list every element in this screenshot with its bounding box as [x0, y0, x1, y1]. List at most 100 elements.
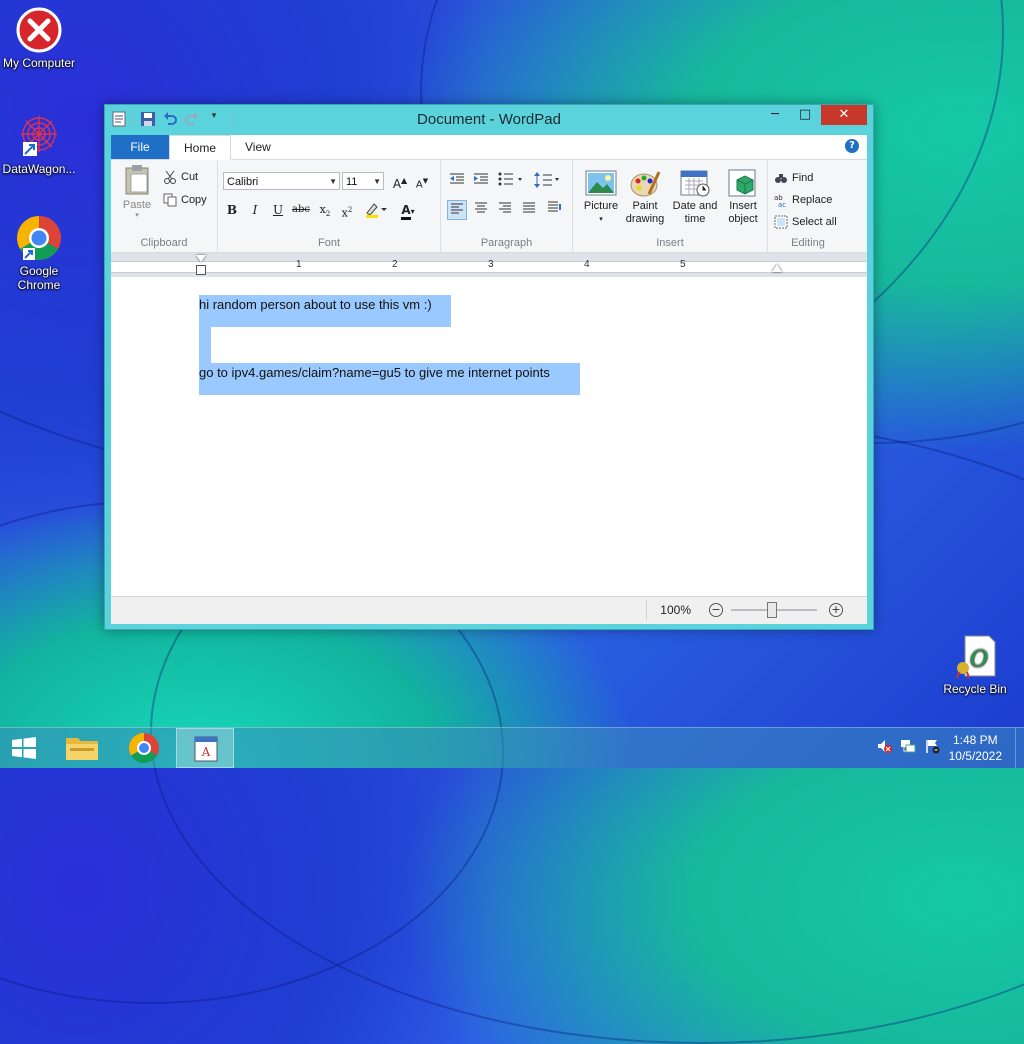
left-indent-marker[interactable]	[196, 265, 206, 275]
paragraph-button[interactable]	[545, 200, 565, 220]
group-label-paragraph: Paragraph	[480, 237, 533, 249]
align-right-icon	[499, 202, 511, 213]
ruler-number: 4	[584, 259, 590, 270]
datawagon-icon	[15, 112, 63, 160]
ribbon-tabs: File Home View ?	[111, 135, 867, 160]
justify-button[interactable]	[519, 200, 539, 220]
first-line-indent-marker[interactable]	[196, 255, 206, 262]
line-spacing-button[interactable]	[533, 172, 563, 192]
zoom-out-button[interactable]: −	[709, 603, 723, 617]
document-line	[199, 327, 211, 367]
taskbar-wordpad[interactable]: A	[176, 728, 234, 768]
cut-label: Cut	[181, 171, 199, 183]
underline-button[interactable]: U	[268, 200, 288, 220]
picture-button[interactable]: Picture ▾	[577, 166, 625, 226]
replace-button[interactable]: ab ac Replace	[774, 193, 832, 209]
folder-icon	[66, 738, 98, 760]
paint-palette-icon	[629, 168, 661, 198]
desktop-icon-label: Recycle Bin	[943, 682, 1007, 696]
ribbon: Paste ▾ Cut Copy Clipboard Calibri ▼ 11 ▼ …	[111, 160, 867, 253]
wordpad-window[interactable]: ▾ Document - WordPad ─ □ ✕ File Home Vie…	[104, 104, 874, 630]
group-label-font: Font	[317, 237, 340, 249]
font-family-select[interactable]: Calibri ▼	[223, 172, 340, 190]
title-bar[interactable]: ▾ Document - WordPad ─ □ ✕	[105, 105, 873, 135]
zoom-in-button[interactable]: +	[829, 603, 843, 617]
grow-font-button[interactable]: A▲	[390, 171, 410, 191]
clock-time: 1:48 PM	[952, 733, 998, 747]
right-indent-marker[interactable]	[772, 264, 782, 272]
insert-object-icon	[727, 168, 759, 198]
chevron-down-icon: ▼	[329, 177, 337, 186]
copy-button[interactable]: Copy	[163, 193, 207, 207]
paste-label: Paste	[122, 199, 152, 211]
line-spacing-icon	[534, 172, 559, 188]
scissors-icon	[163, 170, 177, 184]
select-all-label: Select all	[792, 216, 837, 228]
tab-home[interactable]: Home	[169, 135, 232, 160]
decrease-indent-button[interactable]	[447, 172, 467, 192]
italic-button[interactable]: I	[245, 200, 265, 220]
find-button[interactable]: Find	[774, 171, 813, 185]
bold-button[interactable]: B	[222, 200, 242, 220]
start-button[interactable]	[0, 728, 48, 768]
window-title: Document - WordPad	[417, 111, 561, 128]
highlight-color-button[interactable]	[362, 200, 390, 220]
bullet-list-icon	[498, 172, 522, 186]
svg-text:A: A	[201, 745, 211, 759]
clock-date: 10/5/2022	[948, 749, 1002, 763]
cut-button[interactable]: Cut	[163, 170, 198, 184]
desktop-icon-google-chrome[interactable]: Google Chrome	[0, 214, 78, 292]
group-clipboard: Paste ▾ Cut Copy Clipboard	[111, 160, 218, 252]
subscript-button[interactable]: x2	[315, 200, 335, 220]
chrome-icon	[128, 733, 159, 764]
align-center-button[interactable]	[471, 200, 491, 220]
binoculars-icon	[774, 171, 788, 185]
help-icon[interactable]: ?	[845, 139, 859, 153]
minimize-button[interactable]: ─	[761, 105, 789, 125]
network-icon[interactable]	[900, 738, 916, 757]
calendar-clock-icon	[679, 168, 711, 198]
taskbar-chrome[interactable]	[115, 728, 173, 768]
insert-object-button[interactable]: Insert object	[719, 166, 767, 226]
tab-file[interactable]: File	[111, 135, 169, 159]
document-area[interactable]: hi random person about to use this vm :)…	[111, 277, 867, 596]
strikethrough-button[interactable]: abc	[291, 200, 311, 220]
insert-object-label-1: Insert	[729, 200, 757, 212]
text-color-icon: A	[401, 203, 411, 220]
chevron-down-icon: ▼	[373, 177, 381, 186]
increase-indent-button[interactable]	[471, 172, 491, 192]
font-size-select[interactable]: 11 ▼	[342, 172, 384, 190]
picture-label: Picture	[583, 200, 619, 212]
zoom-slider-thumb[interactable]	[767, 602, 777, 618]
desktop-icon-datawagon[interactable]: DataWagon...	[0, 112, 78, 176]
show-desktop-button[interactable]	[1015, 728, 1024, 768]
volume-muted-icon[interactable]	[876, 738, 892, 757]
taskbar: A 1:48 PM 10/5/2022	[0, 727, 1024, 768]
date-time-button[interactable]: Date and time	[671, 166, 719, 226]
insert-object-label-2: object	[728, 213, 758, 225]
taskbar-clock[interactable]: 1:48 PM 10/5/2022	[949, 732, 1002, 764]
select-all-button[interactable]: Select all	[774, 215, 837, 229]
action-center-flag-icon[interactable]	[924, 738, 940, 757]
svg-text:ac: ac	[778, 201, 786, 207]
desktop-icon-label: My Computer	[2, 56, 76, 70]
align-right-button[interactable]	[495, 200, 515, 220]
desktop-icon-my-computer[interactable]: My Computer	[0, 6, 78, 70]
align-left-button[interactable]	[447, 200, 467, 220]
bullets-button[interactable]	[497, 172, 527, 192]
taskbar-file-explorer[interactable]	[54, 728, 112, 768]
group-font: Calibri ▼ 11 ▼ A▲ A▼ B I U abc x2 x2 A▾ Fo…	[218, 160, 441, 252]
ruler[interactable]: 1 2 3 4 5	[111, 253, 867, 277]
error-icon	[15, 6, 63, 54]
tab-view[interactable]: View	[231, 135, 285, 159]
paint-drawing-button[interactable]: Paint drawing	[621, 166, 669, 226]
text-color-button[interactable]: A▾	[394, 200, 422, 220]
close-button[interactable]: ✕	[821, 105, 867, 125]
paste-button[interactable]: Paste ▾	[117, 164, 157, 226]
superscript-button[interactable]: x2	[337, 200, 357, 220]
desktop-icon-recycle-bin[interactable]: O Recycle Bin	[936, 632, 1014, 696]
svg-text:O: O	[970, 647, 988, 672]
recycle-bin-icon: O	[951, 632, 999, 680]
shrink-font-button[interactable]: A▼	[412, 171, 432, 191]
maximize-button[interactable]: □	[791, 105, 819, 125]
